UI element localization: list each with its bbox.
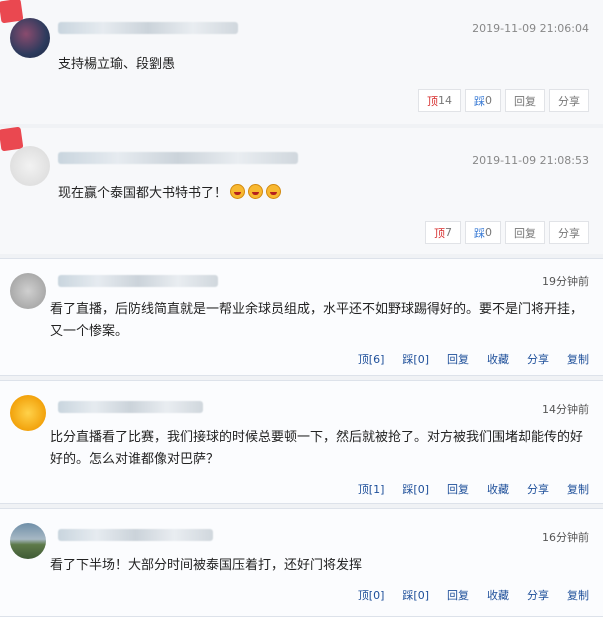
timestamp: 14分钟前	[542, 403, 589, 416]
collect-link[interactable]: 收藏	[487, 481, 509, 497]
action-bar: 顶[0] 踩[0] 回复 收藏 分享 复制	[358, 587, 589, 603]
share-button[interactable]: 分享	[549, 89, 589, 112]
action-bar: 顶7 踩0 回复 分享	[425, 221, 589, 244]
upvote-button[interactable]: 顶7	[425, 221, 461, 244]
laughing-emoji-icon	[230, 184, 246, 199]
comment-text: 看了下半场！大部分时间被泰国压着打，还好门将发挥	[50, 558, 363, 573]
comment-card: 14分钟前 比分直播看了比赛，我们接球的时候总要顿一下，然后就被抢了。对方被我们…	[0, 380, 603, 504]
upvote-label: 顶	[427, 94, 438, 108]
username-blurred[interactable]	[58, 22, 238, 34]
comment-card: 2019-11-09 21:06:04 支持楊立瑜、段劉愚 顶 14 踩0 回复 …	[0, 0, 603, 124]
reply-button[interactable]: 回复	[505, 89, 545, 112]
timestamp: 2019-11-09 21:08:53	[472, 154, 589, 167]
timestamp: 19分钟前	[542, 275, 589, 288]
avatar[interactable]	[10, 273, 46, 309]
upvote-link[interactable]: 顶[1]	[358, 481, 385, 497]
share-link[interactable]: 分享	[527, 481, 549, 497]
reply-link[interactable]: 回复	[447, 351, 469, 367]
avatar[interactable]	[10, 18, 50, 58]
upvote-count: 14	[438, 94, 452, 107]
reply-button[interactable]: 回复	[505, 221, 545, 244]
downvote-count: 0	[485, 226, 492, 239]
comment-text: 支持楊立瑜、段劉愚	[58, 57, 176, 72]
share-link[interactable]: 分享	[527, 351, 549, 367]
comment-text: 看了直播，后防线简直就是一帮业余球员组成，水平还不如野球踢得好的。要不是门将开挂…	[50, 302, 584, 339]
action-bar: 顶[6] 踩[0] 回复 收藏 分享 复制	[358, 351, 589, 367]
upvote-link[interactable]: 顶[6]	[358, 351, 385, 367]
timestamp: 2019-11-09 21:06:04	[472, 22, 589, 35]
copy-link[interactable]: 复制	[567, 587, 589, 603]
upvote-label: 顶	[434, 226, 445, 240]
share-button[interactable]: 分享	[549, 221, 589, 244]
downvote-label: 踩	[474, 226, 485, 240]
upvote-count: 7	[445, 226, 452, 239]
copy-link[interactable]: 复制	[567, 351, 589, 367]
avatar[interactable]	[10, 523, 46, 559]
avatar[interactable]	[10, 395, 46, 431]
copy-link[interactable]: 复制	[567, 481, 589, 497]
timestamp: 16分钟前	[542, 531, 589, 544]
username-blurred[interactable]	[58, 152, 298, 164]
comment-card: 16分钟前 看了下半场！大部分时间被泰国压着打，还好门将发挥 顶[0] 踩[0]…	[0, 508, 603, 617]
username-blurred[interactable]	[58, 401, 203, 413]
comment-card: 2019-11-09 21:08:53 现在赢个泰国都大书特书了！ 顶7 踩0 …	[0, 126, 603, 254]
comment-card: 19分钟前 看了直播，后防线简直就是一帮业余球员组成，水平还不如野球踢得好的。要…	[0, 258, 603, 376]
downvote-link[interactable]: 踩[0]	[402, 481, 429, 497]
upvote-button[interactable]: 顶 14	[418, 89, 461, 112]
comment-text: 现在赢个泰国都大书特书了！	[58, 186, 228, 201]
laughing-emoji-icon	[248, 184, 264, 199]
share-link[interactable]: 分享	[527, 587, 549, 603]
upvote-link[interactable]: 顶[0]	[358, 587, 385, 603]
collect-link[interactable]: 收藏	[487, 351, 509, 367]
reply-link[interactable]: 回复	[447, 481, 469, 497]
downvote-button[interactable]: 踩0	[465, 221, 501, 244]
comment-text-wrap: 现在赢个泰国都大书特书了！	[58, 182, 282, 201]
action-bar: 顶 14 踩0 回复 分享	[418, 89, 589, 112]
collect-link[interactable]: 收藏	[487, 587, 509, 603]
downvote-count: 0	[485, 94, 492, 107]
action-bar: 顶[1] 踩[0] 回复 收藏 分享 复制	[358, 481, 589, 497]
username-blurred[interactable]	[58, 275, 218, 287]
username-blurred[interactable]	[58, 529, 213, 541]
reply-link[interactable]: 回复	[447, 587, 469, 603]
downvote-label: 踩	[474, 94, 485, 108]
laughing-emoji-icon	[266, 184, 282, 199]
downvote-button[interactable]: 踩0	[465, 89, 501, 112]
comment-text: 比分直播看了比赛，我们接球的时候总要顿一下，然后就被抢了。对方被我们围堵却能传的…	[50, 430, 584, 467]
avatar[interactable]	[10, 146, 50, 186]
downvote-link[interactable]: 踩[0]	[402, 587, 429, 603]
downvote-link[interactable]: 踩[0]	[402, 351, 429, 367]
